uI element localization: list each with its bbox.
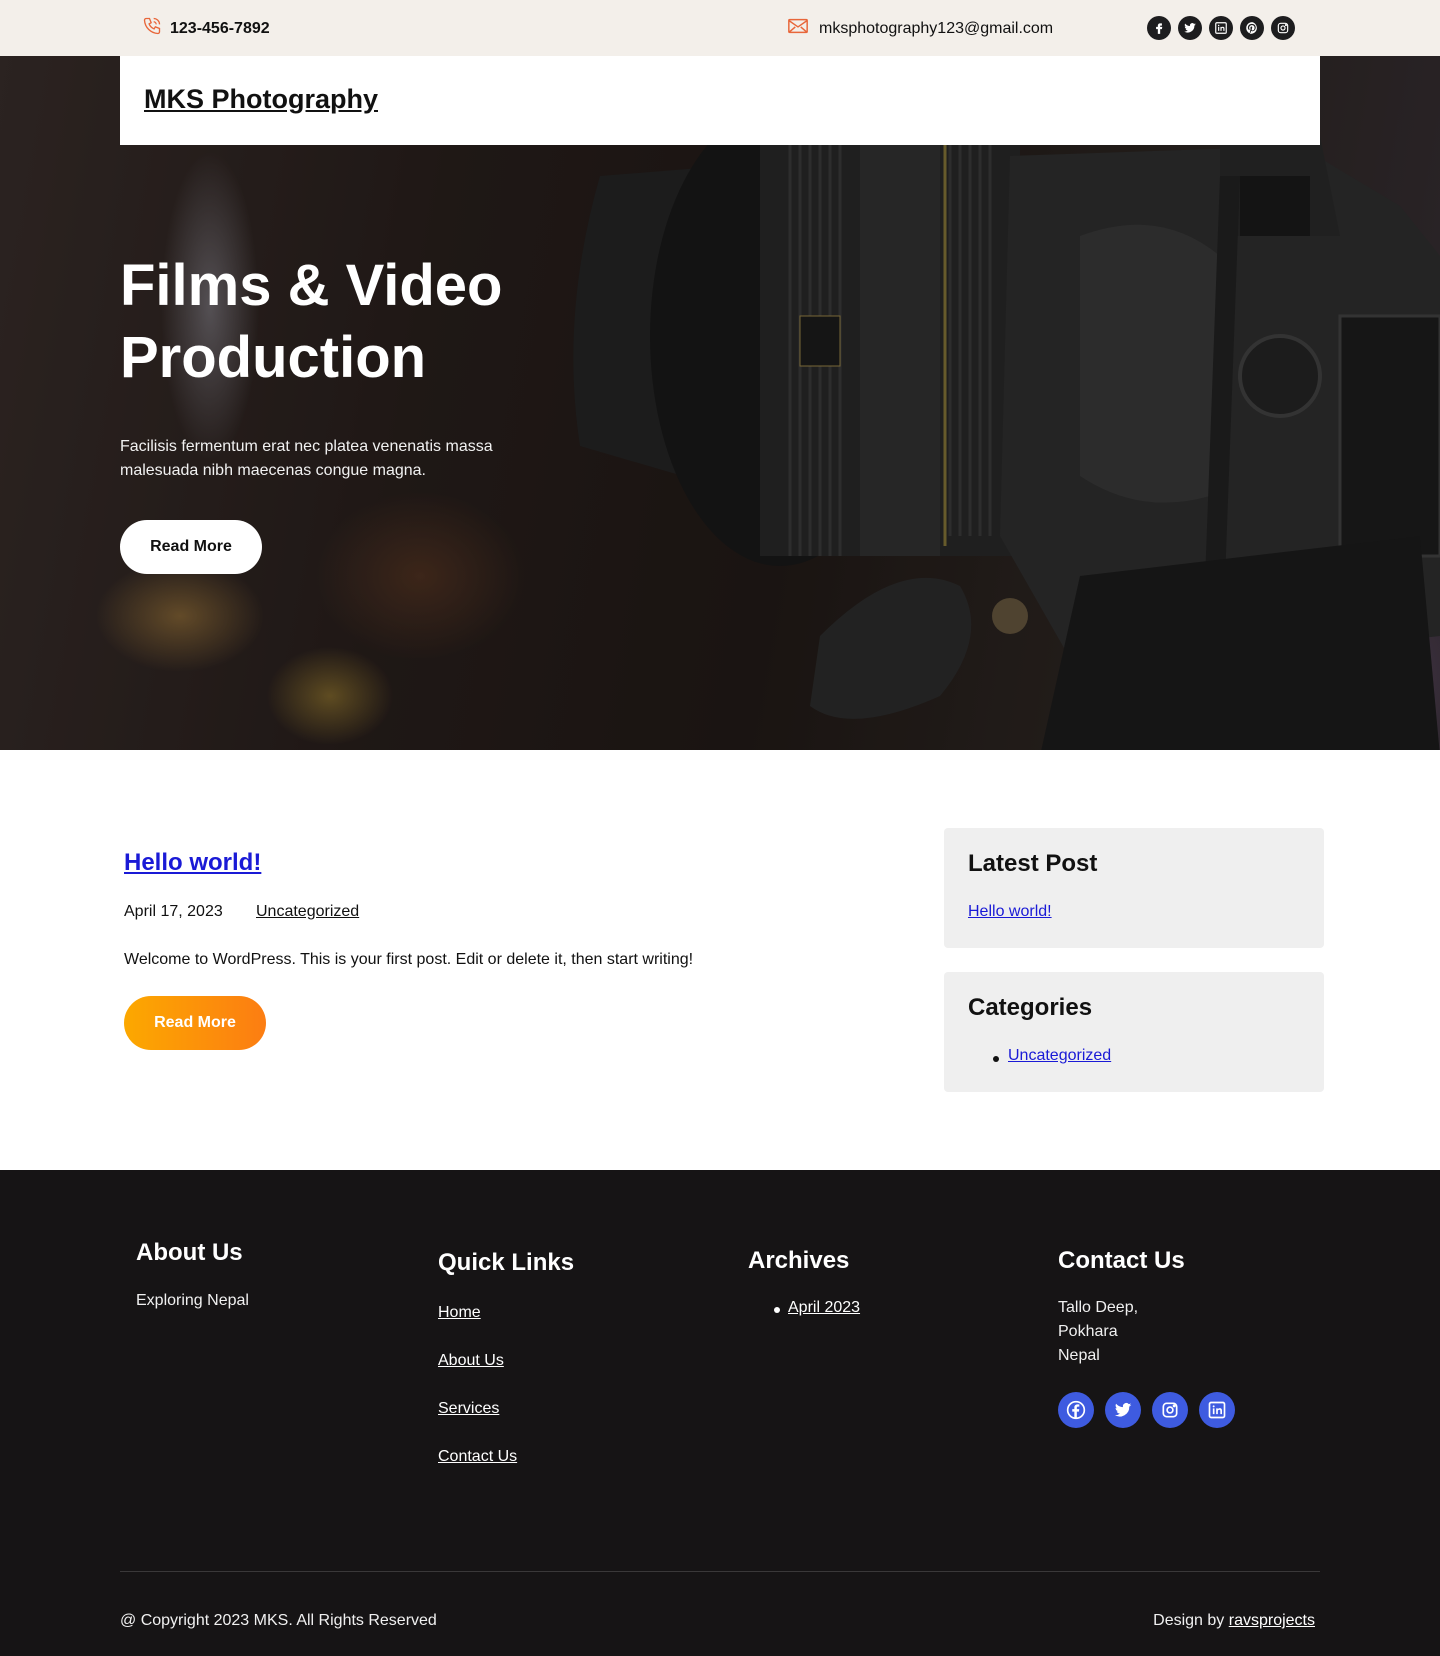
footer-link-contact-us[interactable]: Contact Us (438, 1448, 517, 1466)
post-title-link[interactable]: Hello world! (124, 849, 261, 877)
address-line: Nepal (1058, 1347, 1100, 1364)
footer-link-about-us[interactable]: About Us (438, 1352, 504, 1370)
twitter-icon[interactable] (1178, 16, 1202, 40)
footer-about-heading: About Us (136, 1239, 243, 1266)
facebook-icon[interactable] (1058, 1392, 1094, 1428)
categories-widget: Categories Uncategorized (944, 972, 1324, 1092)
footer-archives-heading: Archives (748, 1247, 850, 1274)
hero-title: Films & Video Production (120, 253, 503, 390)
instagram-icon[interactable] (1271, 16, 1295, 40)
copyright-text: @ Copyright 2023 MKS. All Rights Reserve… (120, 1612, 437, 1629)
latest-post-widget: Latest Post Hello world! (944, 828, 1324, 948)
post-date: April 17, 2023 (124, 903, 223, 920)
facebook-icon[interactable] (1147, 16, 1171, 40)
latest-post-link[interactable]: Hello world! (968, 903, 1052, 921)
post-category-link[interactable]: Uncategorized (256, 903, 359, 921)
footer-contact-heading: Contact Us (1058, 1247, 1185, 1274)
categories-heading: Categories (968, 994, 1093, 1021)
email-address[interactable]: mksphotography123@gmail.com (819, 20, 1053, 38)
topbar-social-links (1147, 16, 1295, 40)
footer-link-services[interactable]: Services (438, 1400, 499, 1418)
post-excerpt: Welcome to WordPress. This is your first… (124, 951, 694, 968)
footer-social-links (1058, 1392, 1235, 1428)
pinterest-icon[interactable] (1240, 16, 1264, 40)
address-line: Tallo Deep, (1058, 1299, 1139, 1316)
phone-contact: 123-456-7892 (142, 16, 270, 41)
footer-about-text: Exploring Nepal (136, 1292, 249, 1309)
email-contact: mksphotography123@gmail.com (787, 16, 1053, 41)
twitter-icon[interactable] (1105, 1392, 1141, 1428)
linkedin-icon[interactable] (1209, 16, 1233, 40)
mail-icon (787, 16, 809, 41)
post-read-more-button[interactable]: Read More (124, 996, 266, 1050)
latest-post-heading: Latest Post (968, 850, 1098, 877)
hero-read-more-button[interactable]: Read More (120, 520, 262, 574)
footer-quick-links-heading: Quick Links (438, 1249, 575, 1276)
address-line: Pokhara (1058, 1323, 1118, 1340)
instagram-icon[interactable] (1152, 1392, 1188, 1428)
site-title-link[interactable]: MKS Photography (144, 84, 378, 115)
credit-prefix: Design by (1153, 1612, 1225, 1629)
category-link[interactable]: Uncategorized (1008, 1047, 1111, 1065)
site-header: MKS Photography (120, 56, 1320, 145)
hero-overlay (0, 56, 1440, 750)
list-bullet (993, 1056, 999, 1062)
footer-divider (120, 1571, 1320, 1572)
list-bullet (774, 1307, 780, 1313)
hero-banner (0, 56, 1440, 750)
hero-subtitle: Facilisis fermentum erat nec platea vene… (120, 438, 493, 479)
credit-link[interactable]: ravsprojects (1229, 1612, 1315, 1629)
linkedin-icon[interactable] (1199, 1392, 1235, 1428)
phone-number[interactable]: 123-456-7892 (170, 20, 270, 38)
design-credit: Design by ravsprojects (1153, 1612, 1315, 1630)
footer-link-home[interactable]: Home (438, 1304, 481, 1322)
phone-icon (142, 16, 162, 41)
top-bar: 123-456-7892 mksphotography123@gmail.com (0, 0, 1440, 56)
archive-link[interactable]: April 2023 (788, 1299, 860, 1317)
